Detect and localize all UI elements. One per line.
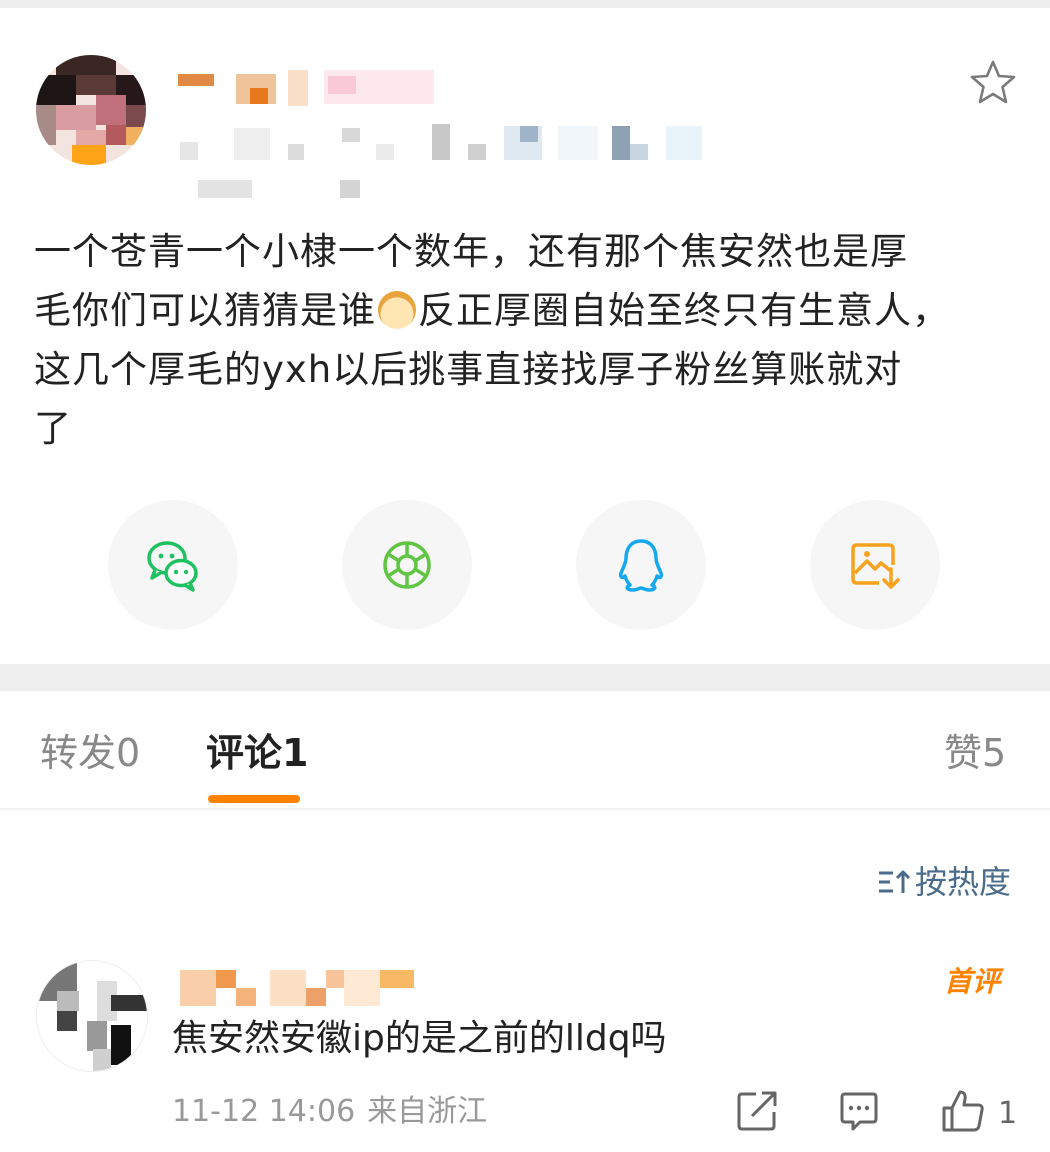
post-body-line: 一个苍青一个小棣一个数年，还有那个焦安然也是厚: [34, 230, 908, 273]
tab-comment[interactable]: 评论1: [206, 728, 308, 778]
comment-meta: 11-12 14:06 来自浙江: [172, 1090, 487, 1134]
tab-like-count: 5: [982, 731, 1007, 775]
commenter-name-blurred[interactable]: [180, 970, 420, 1010]
first-comment-badge: 首评: [944, 965, 1001, 998]
like-comment-icon[interactable]: [940, 1088, 986, 1134]
save-image-icon: [851, 543, 900, 589]
author-avatar[interactable]: [36, 55, 146, 165]
post-body-line: 了: [34, 407, 72, 450]
comment-text: 焦安然安徽ip的是之前的lldq吗: [172, 1018, 667, 1059]
favorite-star-icon[interactable]: [968, 58, 1018, 108]
post-body-segment: 毛你们可以猜猜是谁: [34, 289, 376, 332]
sort-icon: [879, 870, 911, 893]
tab-repost-count: 0: [116, 731, 141, 775]
wechat-icon: [147, 541, 198, 592]
tab-repost-label: 转发: [40, 731, 117, 775]
share-wechat-button[interactable]: [108, 500, 238, 630]
post-body: 一个苍青一个小棣一个数年，还有那个焦安然也是厚 毛你们可以猜猜是谁 反正厚圈自始至…: [34, 222, 1024, 458]
post-body-segment: 反正厚圈自始至终只有生意人，: [418, 289, 950, 332]
save-image-button[interactable]: [810, 500, 940, 630]
reply-comment-icon[interactable]: [836, 1088, 882, 1134]
share-moments-button[interactable]: [342, 500, 472, 630]
commenter-avatar[interactable]: [36, 960, 148, 1072]
tab-comment-label: 评论: [206, 731, 283, 775]
repost-comment-icon[interactable]: [734, 1088, 780, 1134]
active-tab-indicator: [208, 795, 300, 803]
post-body-line: 毛你们可以猜猜是谁 反正厚圈自始至终只有生意人，: [34, 281, 1024, 340]
comment-location: 来自浙江: [367, 1094, 488, 1129]
tab-separator: [0, 808, 1050, 810]
sort-by-hot-button[interactable]: 按热度: [877, 862, 1011, 902]
author-name-blurred[interactable]: [178, 70, 438, 110]
comment-date: 11-12 14:06: [172, 1094, 356, 1129]
share-qq-button[interactable]: [576, 500, 706, 630]
top-band: [0, 0, 1050, 8]
tab-repost[interactable]: 转发0: [40, 728, 140, 778]
sort-label: 按热度: [915, 863, 1012, 901]
section-divider: [0, 664, 1050, 691]
tab-like-label: 赞: [944, 731, 983, 775]
qq-icon: [619, 539, 663, 592]
tab-like[interactable]: 赞5: [944, 728, 1006, 778]
comment-like-count: 1: [998, 1096, 1018, 1131]
moments-icon: [383, 541, 431, 589]
tab-comment-count: 1: [282, 731, 309, 775]
post-meta-blurred: [178, 124, 708, 200]
post-body-line: 这几个厚毛的yxh以后挑事直接找厚子粉丝算账就对: [34, 348, 903, 391]
doge-emoji-icon: [378, 291, 416, 329]
